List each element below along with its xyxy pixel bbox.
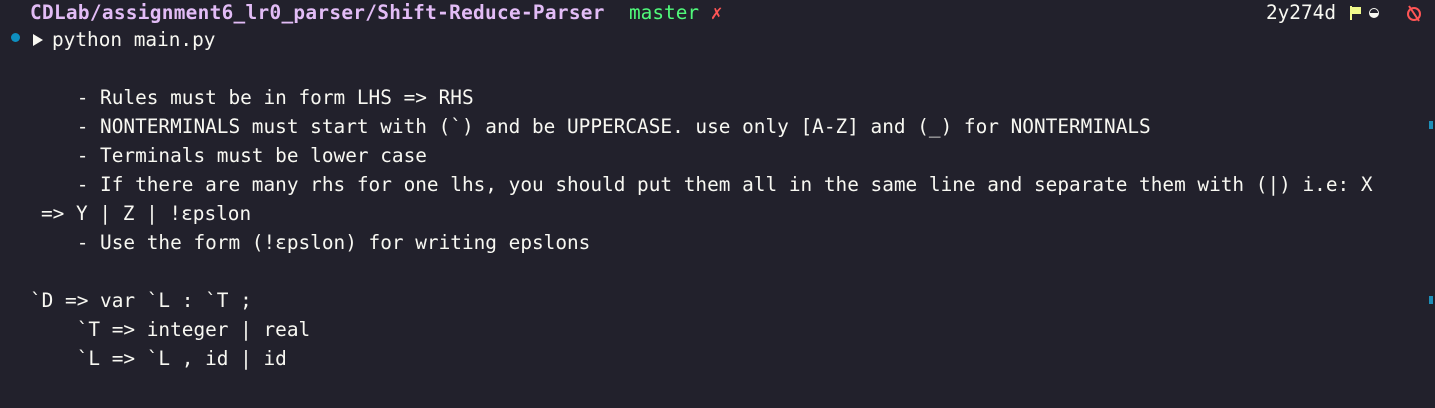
output-line: - Use the form (!εpslon) for writing eps… (30, 231, 591, 254)
dirty-mark: ✗ (710, 1, 723, 24)
prompt-arrow-icon (33, 34, 43, 46)
output-line: `D => var `L : `T ; (30, 289, 252, 312)
output-line: - Terminals must be lower case (30, 144, 427, 167)
output-line: `L => `L , id | id (30, 347, 287, 370)
scroll-marker[interactable] (1429, 296, 1433, 304)
output-line: - NONTERMINALS must start with (`) and b… (30, 115, 1151, 138)
status-dot (11, 33, 20, 42)
no-sync-icon (1407, 4, 1421, 22)
right-prompt: 2y274d (1266, 0, 1423, 27)
output-line: - Rules must be in form LHS => RHS (30, 86, 474, 109)
git-branch: master ✗ (629, 0, 722, 27)
output-line: `T => integer | real (30, 318, 311, 341)
terminal-window[interactable]: { "prompt": { "path": "CDLab/assignment6… (0, 0, 1435, 408)
scroll-marker[interactable] (1429, 121, 1433, 129)
output-line: - If there are many rhs for one lhs, you… (30, 173, 1373, 196)
halfmoon-icon (1369, 7, 1379, 18)
branch-name: master (629, 1, 700, 24)
current-path: CDLab/assignment6_lr0_parser/Shift-Reduc… (30, 1, 605, 24)
commit-age: 2y274d (1265, 1, 1336, 24)
command-text: python main.py (52, 28, 216, 51)
output-line: => Y | Z | !εpslon (41, 202, 252, 225)
flag-icon (1350, 5, 1362, 20)
